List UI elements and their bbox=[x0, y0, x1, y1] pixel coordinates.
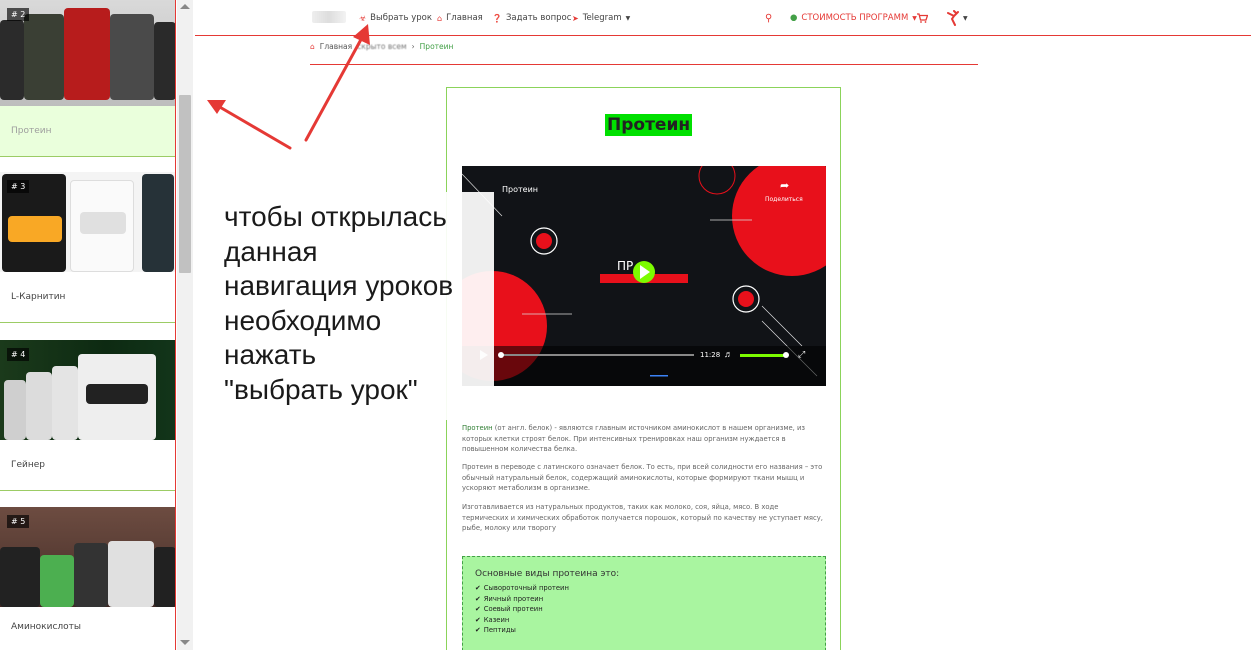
home-icon: ⌂ bbox=[437, 13, 443, 23]
lesson-thumbnail: # 2 bbox=[0, 0, 175, 106]
ask-question-link[interactable]: ❓ Задать вопрос bbox=[492, 13, 571, 23]
telegram-label: Telegram bbox=[582, 13, 622, 23]
page-title: Протеин bbox=[605, 114, 693, 136]
top-navigation: ☣ Выбрать урок ⌂ Главная ❓ Задать вопрос… bbox=[195, 0, 1251, 36]
protein-kind-label: Пептиды bbox=[483, 626, 516, 635]
annotation-line: необходимо bbox=[224, 304, 382, 336]
lesson-thumbnail: # 3 bbox=[0, 172, 175, 272]
home-link[interactable]: ⌂ Главная bbox=[437, 13, 483, 23]
site-logo[interactable] bbox=[312, 11, 346, 23]
home-icon: ⌂ bbox=[310, 42, 315, 51]
breadcrumb-divider bbox=[310, 64, 978, 65]
protein-kind-item: ✔ Соевый протеин bbox=[475, 604, 813, 615]
lesson-content-card: Протеин Протеин ➦ Поделиться ПР 11:28 ♬ … bbox=[446, 87, 841, 650]
protein-kind-item: ✔ Казеин bbox=[475, 615, 813, 626]
lesson-item-amino-acids[interactable]: # 5 Аминокислоты bbox=[0, 507, 175, 647]
lesson-title: L-Карнитин bbox=[11, 292, 66, 302]
protein-kind-label: Соевый протеин bbox=[483, 605, 543, 614]
play-icon bbox=[640, 265, 650, 279]
page: # 2 Протеин # 3 L-Карнитин # 4 Гейнер # … bbox=[0, 0, 1251, 650]
protein-link[interactable]: Протеин bbox=[462, 424, 493, 432]
article-paragraph-2: Протеин в переводе с латинского означает… bbox=[462, 463, 823, 493]
question-icon: ❓ bbox=[492, 13, 502, 23]
home-label: Главная bbox=[446, 13, 483, 23]
protein-kind-label: Сывороточный протеин bbox=[483, 584, 569, 592]
cart-button[interactable] bbox=[917, 13, 928, 23]
article-paragraph-3: Изготавливается из натуральных продуктов… bbox=[462, 503, 823, 533]
lesson-number: # 5 bbox=[7, 515, 30, 528]
arrow-to-sidebar bbox=[216, 104, 292, 150]
annotation-line: чтобы открылась bbox=[224, 201, 447, 232]
program-price-menu[interactable]: ● СТОИМОСТЬ ПРОГРАММ ▼ bbox=[790, 13, 917, 23]
article-text: (от англ. белок) - являются главным исто… bbox=[462, 424, 806, 454]
annotation-note: чтобы открылась данная навигация уроков … bbox=[208, 192, 494, 420]
search-icon: ⚲ bbox=[765, 13, 773, 24]
choose-lesson-button[interactable]: ☣ Выбрать урок bbox=[359, 13, 432, 23]
check-icon: ✔ bbox=[475, 626, 481, 635]
search-button[interactable]: ⚲ bbox=[765, 13, 772, 24]
lesson-divider bbox=[0, 490, 175, 491]
telegram-menu[interactable]: ➤ Telegram ▼ bbox=[572, 13, 630, 23]
protein-kinds-box: Основные виды протеина это: ✔ Сывороточны… bbox=[462, 556, 826, 650]
video-center-text: ПР bbox=[617, 259, 634, 273]
user-figure-icon bbox=[947, 10, 959, 26]
video-title: Протеин bbox=[502, 185, 538, 194]
cart-icon bbox=[917, 13, 928, 23]
program-price-label: СТОИМОСТЬ ПРОГРАММ bbox=[801, 13, 909, 23]
telegram-icon: ➤ bbox=[572, 13, 579, 23]
breadcrumb: ⌂ Главная скрыто всем › Протеин bbox=[310, 42, 453, 51]
share-label[interactable]: Поделиться bbox=[765, 196, 803, 203]
lesson-divider bbox=[0, 322, 175, 323]
video-player[interactable]: Протеин ➦ Поделиться ПР 11:28 ♬ ⤢ bbox=[462, 166, 826, 386]
lesson-item-l-carnitine[interactable]: # 3 L-Карнитин bbox=[0, 172, 175, 323]
annotation-line: нажать bbox=[224, 339, 317, 370]
lesson-title: Аминокислоты bbox=[11, 622, 82, 632]
protein-kind-item: ✔ Яичный протеин bbox=[475, 594, 813, 605]
lesson-number: # 2 bbox=[7, 8, 30, 21]
check-icon: ✔ bbox=[475, 605, 481, 614]
protein-kind-item: ✔ Сывороточный протеин bbox=[475, 583, 813, 594]
lesson-number: # 4 bbox=[7, 348, 30, 361]
breadcrumb-current: Протеин bbox=[419, 42, 454, 51]
lesson-thumbnail: # 5 bbox=[0, 507, 175, 607]
lesson-item-gainer[interactable]: # 4 Гейнер bbox=[0, 340, 175, 491]
breadcrumb-hidden-section[interactable]: скрыто всем bbox=[357, 42, 407, 51]
protein-kind-item: ✔ Пептиды bbox=[475, 625, 813, 636]
article-paragraph-1: Протеин (от англ. белок) - являются глав… bbox=[462, 423, 827, 455]
lesson-divider bbox=[0, 156, 175, 157]
annotation-line: данная bbox=[224, 235, 318, 267]
breadcrumb-home[interactable]: Главная bbox=[320, 42, 352, 51]
chevron-down-icon: ▼ bbox=[625, 14, 631, 22]
sitemap-icon: ☣ bbox=[359, 13, 367, 23]
lesson-number: # 3 bbox=[7, 180, 30, 193]
user-menu[interactable]: ▼ bbox=[947, 10, 968, 26]
chevron-down-icon: ▼ bbox=[963, 14, 968, 22]
check-icon: ✔ bbox=[475, 594, 481, 603]
lesson-item-protein[interactable]: # 2 Протеин bbox=[0, 0, 175, 157]
fullscreen-icon[interactable]: ⤢ bbox=[798, 349, 805, 360]
play-button[interactable] bbox=[633, 261, 655, 283]
check-icon: ✔ bbox=[475, 584, 481, 592]
video-time: 11:28 bbox=[700, 351, 721, 359]
protein-kind-label: Яичный протеин bbox=[483, 594, 544, 603]
breadcrumb-separator-icon: › bbox=[411, 42, 415, 51]
volume-icon[interactable]: ♬ bbox=[724, 349, 733, 359]
scroll-down-icon[interactable] bbox=[180, 640, 190, 645]
lesson-thumbnail: # 4 bbox=[0, 340, 175, 440]
lessons-sidebar: # 2 Протеин # 3 L-Карнитин # 4 Гейнер # … bbox=[0, 0, 176, 650]
arrow-head-icon bbox=[207, 100, 226, 114]
share-icon[interactable]: ➦ bbox=[780, 179, 789, 192]
scroll-up-icon[interactable] bbox=[180, 4, 190, 9]
protein-kind-label: Казеин bbox=[483, 615, 510, 624]
dot-icon: ● bbox=[790, 13, 798, 23]
check-icon: ✔ bbox=[475, 615, 481, 624]
ask-question-label: Задать вопрос bbox=[505, 13, 572, 23]
sidebar-scroll-thumb[interactable] bbox=[179, 95, 191, 273]
protein-kinds-heading: Основные виды протеина это: bbox=[475, 569, 620, 579]
annotation-line: навигация уроков bbox=[224, 270, 454, 301]
lesson-title: Гейнер bbox=[11, 460, 46, 470]
annotation-line: "выбрать урок" bbox=[224, 373, 418, 405]
lesson-title: Протеин bbox=[11, 126, 52, 136]
choose-lesson-label: Выбрать урок bbox=[370, 13, 432, 23]
